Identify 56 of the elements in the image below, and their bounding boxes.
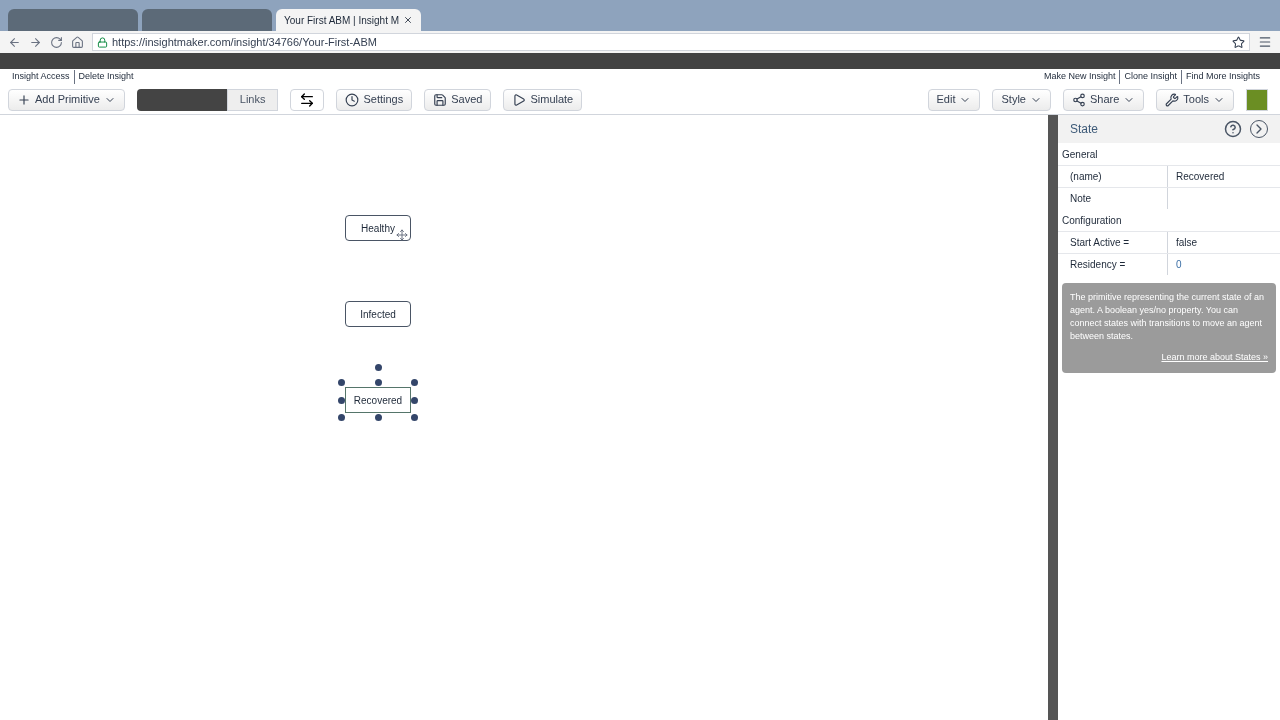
reload-icon[interactable] — [50, 35, 63, 49]
move-icon — [396, 229, 408, 241]
property-value[interactable]: 0 — [1168, 254, 1280, 275]
panel-title: State — [1070, 121, 1099, 138]
dropdown-button[interactable]: Share — [1062, 88, 1145, 111]
star-icon[interactable] — [1232, 35, 1245, 49]
resize-handle[interactable] — [374, 414, 382, 422]
page-link[interactable]: Find More Insights — [1180, 70, 1264, 84]
resize-handle[interactable] — [411, 414, 419, 422]
canvas[interactable]: Healthy Infected Recovered — [0, 115, 1048, 720]
save-icon — [433, 92, 448, 107]
state-node[interactable]: Recovered — [345, 387, 411, 413]
plus-icon — [17, 92, 31, 107]
property-name: Start Active = — [1058, 232, 1168, 253]
page-link[interactable]: Make New Insight — [1039, 70, 1120, 84]
resize-handle[interactable] — [411, 378, 419, 386]
help-text: The primitive representing the current state of an agent. A boolean yes/no property. You can connect states with transitions to move an agent between states. — [1070, 291, 1266, 343]
forward-icon[interactable] — [29, 35, 42, 49]
page-link[interactable]: Insight Access — [8, 70, 74, 84]
page-link[interactable]: Clone Insight — [1119, 70, 1181, 84]
section-header: Configuration — [1061, 213, 1123, 228]
share-icon — [1071, 92, 1086, 107]
back-icon[interactable] — [8, 35, 21, 49]
menu-icon[interactable] — [1258, 35, 1272, 49]
browser-tab[interactable]: Your First ABM | Insight M — [276, 9, 422, 31]
toolbar-button[interactable]: Settings — [336, 88, 413, 111]
toolbar-button[interactable]: Saved — [424, 88, 492, 111]
help-icon[interactable] — [1224, 120, 1242, 138]
resize-handle[interactable] — [337, 378, 345, 386]
property-value[interactable]: false — [1168, 232, 1280, 253]
dropdown-button[interactable]: Add Primitive — [8, 88, 125, 111]
address-bar[interactable]: https://insightmaker.com/insight/34766/Your-First-ABM — [92, 33, 1250, 51]
state-node[interactable]: Infected — [345, 301, 411, 327]
section-header: General — [1061, 147, 1099, 162]
resize-handle[interactable] — [337, 396, 345, 404]
property-name: Note — [1058, 188, 1168, 209]
swap-button[interactable] — [290, 88, 325, 111]
dropdown-button[interactable]: Style — [992, 88, 1051, 111]
swap-icon — [299, 91, 316, 108]
close-icon[interactable] — [403, 15, 414, 25]
links-button[interactable]: Links — [226, 88, 279, 111]
clock-icon — [345, 92, 360, 107]
dropdown-button[interactable]: Edit — [927, 88, 981, 111]
dropdown-button[interactable]: Tools — [1156, 88, 1234, 111]
toolbar-button[interactable]: Simulate — [503, 88, 583, 111]
property-value[interactable]: Recovered — [1168, 166, 1280, 187]
state-node[interactable]: Healthy — [345, 215, 411, 241]
resize-handle[interactable] — [337, 414, 345, 422]
property-name: Residency = — [1058, 254, 1168, 275]
wrench-icon — [1165, 92, 1180, 107]
home-icon[interactable] — [71, 35, 84, 49]
property-name: (name) — [1058, 166, 1168, 187]
lock-icon — [97, 36, 108, 48]
page-link[interactable]: Delete Insight — [73, 70, 138, 84]
play-icon — [512, 92, 527, 107]
resize-handle[interactable] — [411, 396, 419, 404]
